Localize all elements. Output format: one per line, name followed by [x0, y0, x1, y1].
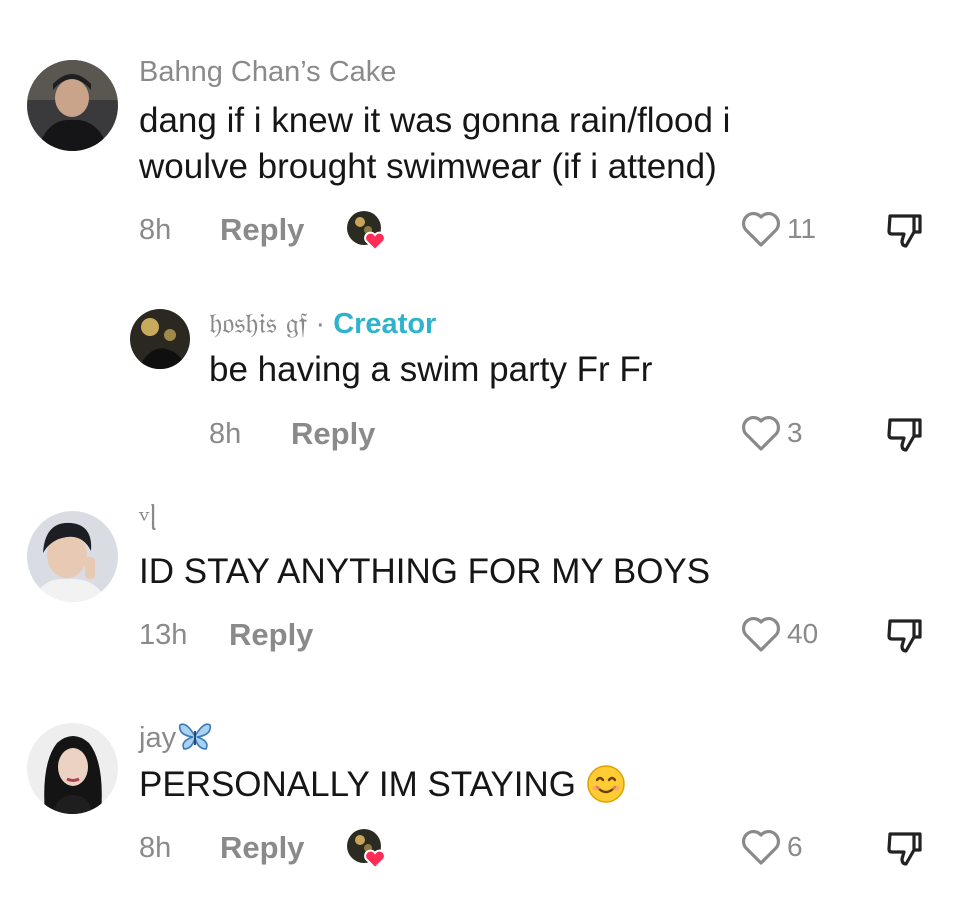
thumbs-down-icon [887, 619, 922, 653]
creator-liked-badge [346, 210, 388, 252]
thumbs-down-icon [887, 832, 922, 866]
comment-timestamp: 8h [139, 832, 172, 864]
thumbs-down-icon [887, 214, 922, 248]
comment-timestamp: 8h [139, 214, 172, 246]
dislike-button[interactable] [886, 212, 924, 255]
reply-button[interactable]: Reply [220, 830, 304, 866]
heart-outline-icon [742, 830, 780, 865]
like-count: 6 [787, 831, 803, 862]
creator-liked-badge [346, 828, 388, 870]
dislike-button[interactable] [886, 830, 924, 873]
comment-text: ID STAY ANYTHING FOR MY BOYS [139, 552, 711, 591]
like-button[interactable]: 6 [741, 828, 803, 866]
heart-outline-icon [742, 617, 780, 652]
heart-icon [364, 231, 386, 252]
reply-button[interactable]: Reply [229, 617, 313, 653]
comment-username-row: jay [139, 721, 212, 759]
avatar[interactable] [130, 309, 190, 369]
like-button[interactable]: 40 [741, 615, 818, 653]
comment-text-content: PERSONALLY IM STAYING [139, 765, 576, 804]
comment-text: PERSONALLY IM STAYING [139, 762, 626, 816]
thumbs-down-icon [887, 418, 922, 452]
creator-badge: Creator [333, 308, 437, 340]
like-count: 3 [787, 417, 803, 448]
comment-username[interactable]: 𝔥𝔬𝔰𝔥𝔦𝔰 𝔤𝔣 [209, 306, 307, 340]
comment-text-line: woulve brought swimwear (if i attend) [139, 147, 717, 186]
heart-outline-icon [742, 416, 780, 451]
reply-button[interactable]: Reply [291, 416, 375, 452]
avatar[interactable] [27, 511, 118, 602]
comment-text: be having a swim party Fr Fr [209, 350, 653, 389]
reply-button[interactable]: Reply [220, 212, 304, 248]
separator-dot: · [315, 308, 326, 340]
comment-username[interactable]: ᵛᥣ [139, 503, 158, 538]
dislike-button[interactable] [886, 416, 924, 459]
reply-username-row: 𝔥𝔬𝔰𝔥𝔦𝔰 𝔤𝔣 · Creator [209, 306, 436, 341]
dislike-button[interactable] [886, 617, 924, 660]
like-button[interactable]: 11 [741, 210, 816, 248]
heart-icon [364, 849, 386, 870]
comment-text-line: dang if i knew it was gonna rain/flood i [139, 101, 731, 140]
comment-text: dang if i knew it was gonna rain/flood i… [139, 98, 730, 190]
comment-username[interactable]: Bahng Chan’s Cake [139, 56, 396, 89]
comment-timestamp: 13h [139, 619, 188, 651]
like-button[interactable]: 3 [741, 414, 803, 452]
smiling-face-emoji [586, 764, 626, 816]
like-count: 40 [787, 618, 819, 649]
comment-username[interactable]: jay [139, 722, 176, 754]
comment-timestamp: 8h [209, 418, 242, 450]
avatar[interactable] [27, 60, 118, 151]
heart-outline-icon [742, 212, 780, 247]
butterfly-icon [178, 721, 212, 759]
like-count: 11 [787, 213, 817, 244]
avatar[interactable] [27, 723, 118, 814]
